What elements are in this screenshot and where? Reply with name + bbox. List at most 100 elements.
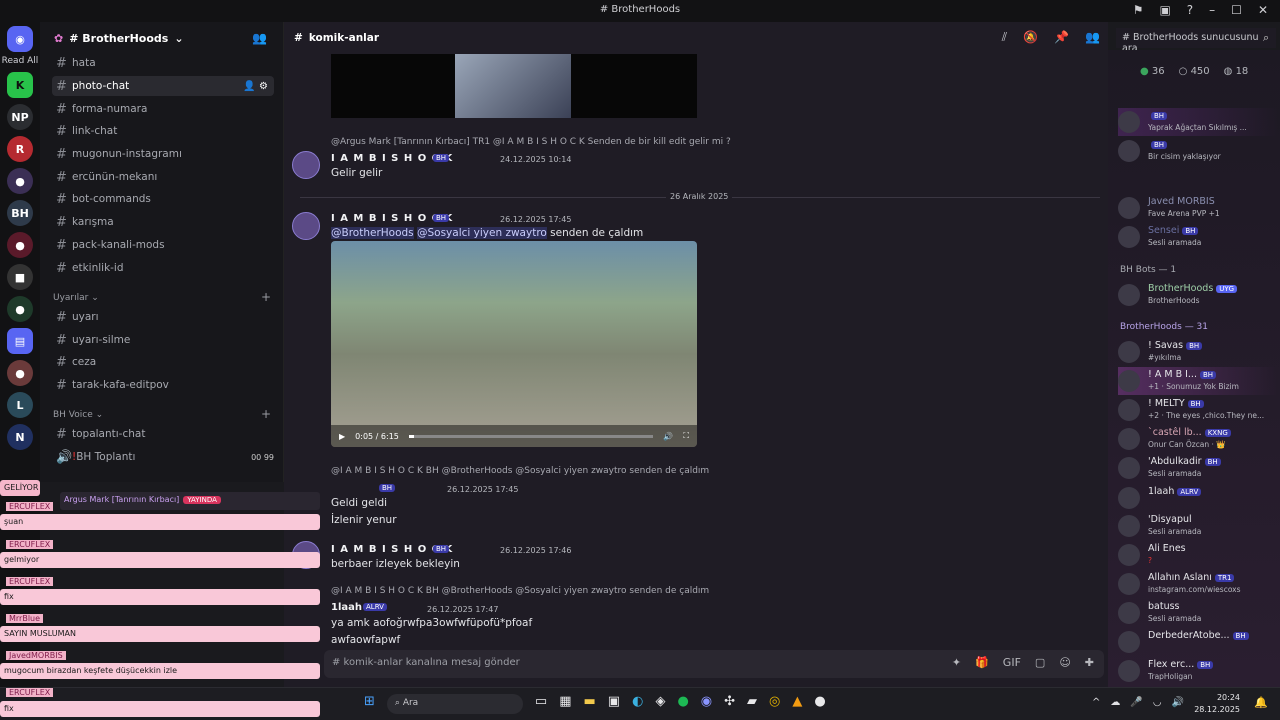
wifi-icon[interactable]: ◡ <box>1153 697 1162 708</box>
discord-taskbar-icon[interactable]: ◉ <box>701 694 712 714</box>
chevron-up-icon[interactable]: ^ <box>1092 697 1100 708</box>
app-icon[interactable]: ◈ <box>655 694 665 714</box>
sticker-icon[interactable]: ▢ <box>1035 656 1045 669</box>
app-icon[interactable]: ▰ <box>747 694 757 714</box>
server-icon[interactable]: L <box>7 392 33 418</box>
member-item[interactable]: Allahın Aslanı TR1 instagram.com/wiescoxs <box>1118 570 1278 598</box>
channel-hata[interactable]: # hata <box>52 53 274 73</box>
mute-icon[interactable]: 🔕 <box>1023 30 1038 45</box>
channel-pack-kanali-mods[interactable]: # pack-kanali-mods <box>52 235 274 255</box>
channel-link-chat[interactable]: # link-chat <box>52 121 274 141</box>
read-all-label[interactable]: Read All <box>0 56 40 66</box>
server-icon[interactable]: ● <box>7 296 33 322</box>
guild-header[interactable]: ✿ # BrotherHoods ⌄ 👥 <box>40 22 283 54</box>
channel-uyari[interactable]: # uyarı <box>52 307 274 327</box>
member-item[interactable]: `castêl lb... KXNG Onur Can Özcan · 👑 <box>1118 425 1278 453</box>
member-item[interactable]: batuss Sesli aramada <box>1118 599 1278 627</box>
flag-icon[interactable]: ⚑ <box>1133 3 1144 17</box>
channel-ercunun-mekani[interactable]: # ercünün-mekanı <box>52 167 274 187</box>
server-icon[interactable]: ● <box>7 232 33 258</box>
voice-channel-bh-toplanti[interactable]: 🔊! BH Toplantı 00 99 <box>52 447 274 467</box>
threads-icon[interactable]: ⫽ <box>1002 30 1007 45</box>
gif-icon[interactable]: GIF <box>1003 656 1021 669</box>
cloud-icon[interactable]: ☁ <box>1110 697 1120 708</box>
minimize-icon[interactable]: – <box>1209 3 1215 17</box>
emoji-icon[interactable]: ☺ <box>1059 656 1070 669</box>
app-icon[interactable]: ✣ <box>724 694 735 714</box>
reply-preview[interactable]: @I A M B I S H O C K BH @BrotherHoods @S… <box>331 586 709 596</box>
invite-icon[interactable]: 👤 ⚙ <box>243 81 268 92</box>
volume-icon[interactable]: 🔊 <box>663 432 673 441</box>
spotify-icon[interactable]: ● <box>677 694 688 714</box>
start-icon[interactable]: ⊞ <box>364 694 375 714</box>
inbox-icon[interactable]: ▣ <box>1159 3 1170 17</box>
channel-forma-numara[interactable]: # forma-numara <box>52 99 274 119</box>
channel-tarak-kafa-editpov[interactable]: # tarak-kafa-editpov <box>52 375 274 395</box>
server-icon[interactable]: ● <box>7 168 33 194</box>
add-channel-icon[interactable]: + <box>261 407 271 421</box>
message-author[interactable]: 1laah <box>331 602 362 613</box>
nitro-icon[interactable]: ✦ <box>952 656 961 669</box>
server-relax-icon[interactable]: R <box>7 136 33 162</box>
pin-icon[interactable]: 📌 <box>1054 30 1069 45</box>
video-progress[interactable] <box>408 434 654 438</box>
member-item[interactable]: Flex erc... BH TrapHoligan <box>1118 657 1278 685</box>
mention[interactable]: @Sosyalci yiyen zwaytro <box>417 227 547 239</box>
edge-icon[interactable]: ◐ <box>632 694 643 714</box>
member-item[interactable]: Sensei BH Sesli aramada <box>1118 223 1278 251</box>
member-item[interactable]: Javed MORBIS Fave Arena PVP +1 <box>1118 194 1278 222</box>
avatar[interactable] <box>292 151 320 179</box>
fullscreen-icon[interactable]: ⛶ <box>683 431 689 441</box>
mention[interactable]: @BrotherHoods <box>331 227 414 239</box>
server-bh-icon[interactable]: BH <box>7 200 33 226</box>
app-icon[interactable]: ▲ <box>792 694 802 714</box>
add-channel-icon[interactable]: + <box>261 290 271 304</box>
notification-icon[interactable]: 🔔 <box>1254 696 1268 709</box>
channel-etkinlik-id[interactable]: # etkinlik-id <box>52 258 274 278</box>
reply-preview[interactable]: @Argus Mark [Tanrının Kırbacı] TR1 @I A … <box>331 137 731 147</box>
member-item[interactable]: 'Disyapul Sesli aramada <box>1118 512 1278 540</box>
volume-icon[interactable]: 🔊 <box>1172 697 1184 708</box>
member-item[interactable]: BrotherHoods UYG BrotherHoods <box>1118 281 1278 309</box>
channel-bot-commands[interactable]: # bot-commands <box>52 189 274 209</box>
channel-uyari-silme[interactable]: # uyarı-silme <box>52 330 274 350</box>
taskbar-search[interactable]: ⌕ Ara <box>386 694 523 714</box>
member-item[interactable]: Ali Enes? <box>1118 541 1278 569</box>
channel-ceza[interactable]: # ceza <box>52 352 274 372</box>
clock[interactable]: 20:24 28.12.2025 <box>1194 692 1240 716</box>
member-item[interactable]: BH Yaprak Ağaçtan Sıkılmış ... <box>1118 108 1278 136</box>
video-player[interactable]: ▶ 0:05 / 6:15 🔊 ⛶ <box>331 241 697 447</box>
server-noir-icon[interactable]: N <box>7 424 33 450</box>
explorer-icon[interactable]: ▬ <box>584 694 596 714</box>
member-item[interactable]: ! Savas BH #yıkılma <box>1118 338 1278 366</box>
app-icon[interactable]: ● <box>814 694 825 714</box>
help-icon[interactable]: ? <box>1187 3 1193 17</box>
member-list-icon[interactable]: 👥 <box>1085 30 1100 45</box>
store-icon[interactable]: ▣ <box>608 694 620 714</box>
play-icon[interactable]: ▶ <box>339 432 345 441</box>
channel-photo-chat[interactable]: # photo-chat 👤 ⚙ <box>52 76 274 96</box>
member-item[interactable]: DerbederAtobe... BH <box>1118 628 1278 656</box>
channel-topalanti-chat[interactable]: # topalantı-chat <box>52 424 274 444</box>
maximize-icon[interactable]: ☐ <box>1231 3 1242 17</box>
image-attachment[interactable] <box>331 54 697 118</box>
avatar[interactable] <box>292 212 320 240</box>
task-view-icon[interactable]: ▭ <box>535 694 547 714</box>
discord-home-icon[interactable]: ◉ <box>7 26 33 52</box>
server-np[interactable]: NP <box>7 104 33 130</box>
server-icon[interactable]: ● <box>7 360 33 386</box>
category-bh-voice[interactable]: BH Voice ⌄ <box>53 410 103 420</box>
search-input[interactable]: # BrotherHoods sunucusunu ara <box>1116 28 1276 54</box>
member-item[interactable]: ! A M B I... BH +1 · Sonumuz Yok Bizim <box>1118 367 1278 395</box>
mic-icon[interactable]: 🎤 <box>1130 697 1142 708</box>
widgets-icon[interactable]: ▦ <box>559 694 571 714</box>
gift-icon[interactable]: 🎁 <box>975 656 989 669</box>
member-item[interactable]: ! MELTY BH +2 · The eyes ,chico.They ne... <box>1118 396 1278 424</box>
member-item[interactable]: 1laah ALRV <box>1118 484 1278 512</box>
member-item[interactable]: BH Bir cisim yaklaşıyor <box>1118 137 1278 165</box>
folder-icon[interactable]: ▤ <box>7 328 33 354</box>
add-member-icon[interactable]: 👥 <box>252 31 267 45</box>
member-item[interactable]: 'Abdulkadir BH Sesli aramada <box>1118 454 1278 482</box>
server-icon[interactable]: ■ <box>7 264 33 290</box>
channel-mugonun-instagrami[interactable]: # mugonun-instagramı <box>52 144 274 164</box>
